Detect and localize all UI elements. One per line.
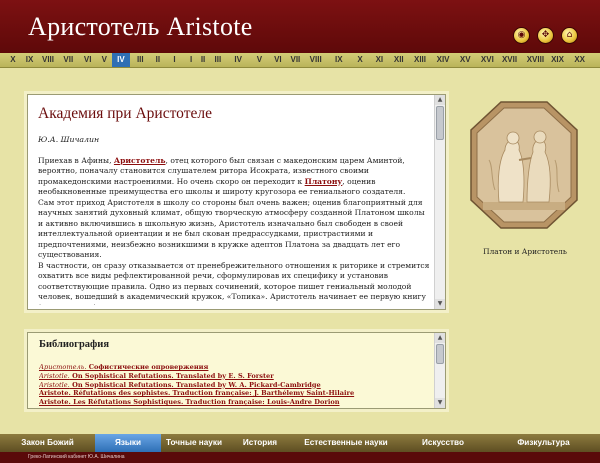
bibliography-link[interactable]: Аристотель. Софистические опровержения: [39, 363, 431, 372]
century-nav: X IX VIII VII VI V IV III II I I II III IV V VI VII VIII I…: [0, 53, 600, 68]
century-nav-item[interactable]: II: [149, 53, 167, 67]
century-nav-item[interactable]: XX: [571, 53, 589, 67]
bibliography-title: Библиография: [39, 339, 110, 350]
century-nav-item[interactable]: VI: [79, 53, 97, 67]
century-nav-item[interactable]: XV: [456, 53, 474, 67]
bibliography-link[interactable]: Aristote. Réfutations des sophistes. Tra…: [39, 389, 431, 398]
plato-aristotle-relief-image: [469, 100, 579, 230]
article-link[interactable]: Платону: [305, 177, 343, 186]
article-scrollbar[interactable]: ▲ ▼: [434, 95, 445, 309]
century-nav-item[interactable]: V: [252, 53, 266, 67]
subject-nav-item[interactable]: Естественные науки: [293, 434, 399, 452]
century-nav-item[interactable]: VII: [56, 53, 80, 67]
bibliography-link[interactable]: Aristotle. On Sophistical Refutations. T…: [39, 372, 431, 381]
bibliography-link[interactable]: Aristotle. On Sophistical Refutations. T…: [39, 381, 431, 390]
article-title: Академия при Аристотеле: [38, 105, 212, 122]
subject-nav-item[interactable]: Закон Божий: [0, 434, 95, 452]
century-nav-item[interactable]: IV: [229, 53, 247, 67]
scroll-down-icon[interactable]: ▼: [435, 398, 445, 408]
article-panel: Академия при Аристотеле Ю.А. Шичалин При…: [27, 94, 446, 310]
scroll-up-icon[interactable]: ▲: [435, 95, 445, 105]
scroll-up-icon[interactable]: ▲: [435, 333, 445, 343]
site-header: Аристотель Aristote ◉ ✥ ⌂: [0, 0, 600, 53]
century-nav-item[interactable]: XIX: [546, 53, 570, 67]
site-title: Аристотель Aristote: [28, 12, 253, 41]
subject-nav-item[interactable]: Точные науки: [161, 434, 227, 452]
compass-icon[interactable]: ✥: [538, 28, 553, 43]
century-nav-item[interactable]: X: [6, 53, 20, 67]
article-scroll-thumb[interactable]: [436, 106, 444, 140]
article-paragraph: В частности, он сразу отказывается от пр…: [38, 260, 430, 306]
article-content: Академия при Аристотеле Ю.А. Шичалин При…: [38, 101, 432, 305]
subject-nav-item[interactable]: Языки: [95, 434, 161, 452]
bibliography-scroll-thumb[interactable]: [436, 344, 444, 364]
subject-nav-item[interactable]: Искусство: [399, 434, 487, 452]
bibliography-panel: Библиография Аристотель. Софистические о…: [27, 332, 446, 409]
relief-illustration: [470, 101, 578, 229]
century-nav-item[interactable]: X: [353, 53, 367, 67]
subject-nav-item[interactable]: Физкультура: [487, 434, 600, 452]
footer-text: Греко-Латинский кабинет Ю.А. Шичалина: [0, 452, 600, 463]
subject-nav: Закон Божий Языки Точные науки История Естес…: [0, 434, 600, 452]
circle-arrow-icon[interactable]: ◉: [514, 28, 529, 43]
article-author: Ю.А. Шичалин: [38, 135, 100, 144]
century-nav-item[interactable]: V: [97, 53, 111, 67]
century-nav-item[interactable]: IV: [111, 53, 130, 67]
home-icon[interactable]: ⌂: [562, 28, 577, 43]
century-nav-item[interactable]: XI: [370, 53, 388, 67]
article-link[interactable]: Аристотель: [114, 156, 166, 165]
century-nav-item[interactable]: IX: [330, 53, 348, 67]
bibliography-scrollbar[interactable]: ▲ ▼: [434, 333, 445, 408]
scroll-down-icon[interactable]: ▼: [435, 299, 445, 309]
article-paragraph: Приехав в Афины, Аристотель, отец которо…: [38, 155, 406, 197]
century-nav-item[interactable]: XIV: [431, 53, 455, 67]
bibliography-list: Аристотель. Софистические опровержения Ar…: [39, 363, 431, 407]
subject-nav-item[interactable]: История: [227, 434, 293, 452]
image-caption: Платон и Аристотель: [483, 247, 567, 256]
century-nav-item[interactable]: III: [206, 53, 230, 67]
bibliography-link[interactable]: Aristote. Les Réfutations Sophistiques. …: [39, 398, 431, 407]
century-nav-item[interactable]: I: [167, 53, 181, 67]
century-nav-item[interactable]: VIII: [301, 53, 331, 67]
article-paragraph: Сам этот приход Аристотеля в школу со ст…: [38, 197, 425, 260]
